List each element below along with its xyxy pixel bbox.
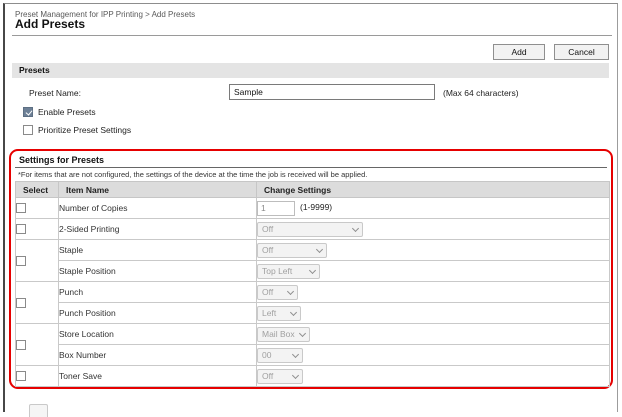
chevron-down-icon	[292, 350, 299, 357]
staple-position-select[interactable]: Top Left	[257, 264, 320, 279]
item-name: Staple Position	[59, 261, 257, 282]
chevron-down-icon	[352, 224, 359, 231]
settings-note: *For items that are not configured, the …	[14, 168, 608, 181]
chevron-down-icon	[316, 245, 323, 252]
item-name: Box Number	[59, 345, 257, 366]
select-checkbox-staple[interactable]	[16, 256, 26, 266]
number-of-copies-input[interactable]	[257, 201, 295, 216]
select-cell	[16, 240, 59, 282]
table-row: Box Number 00	[16, 345, 610, 366]
select-value: Off	[262, 371, 273, 381]
cancel-button[interactable]: Cancel	[554, 44, 609, 60]
window: Preset Management for IPP Printing > Add…	[3, 3, 618, 412]
item-name: Punch	[59, 282, 257, 303]
chevron-down-icon	[290, 308, 297, 315]
item-name: Toner Save	[59, 366, 257, 387]
column-header-item-name: Item Name	[59, 182, 257, 198]
table-row: Punch Off	[16, 282, 610, 303]
change-settings-cell: (1-9999)	[257, 198, 610, 219]
prioritize-preset-settings-label: Prioritize Preset Settings	[38, 125, 131, 135]
settings-section-title: Settings for Presets	[15, 153, 607, 168]
preset-name-label: Preset Name:	[29, 88, 81, 98]
table-row: Toner Save Off	[16, 366, 610, 387]
add-button[interactable]: Add	[493, 44, 545, 60]
chevron-down-icon	[287, 287, 294, 294]
item-name: Number of Copies	[59, 198, 257, 219]
toner-save-select[interactable]: Off	[257, 369, 303, 384]
settings-table: Select Item Name Change Settings Number …	[15, 181, 610, 387]
table-row: Store Location Mail Box	[16, 324, 610, 345]
preset-name-hint: (Max 64 characters)	[443, 88, 519, 98]
select-value: Top Left	[262, 266, 292, 276]
box-number-select[interactable]: 00	[257, 348, 303, 363]
table-row: Staple Off	[16, 240, 610, 261]
item-name: Staple	[59, 240, 257, 261]
column-header-select: Select	[16, 182, 59, 198]
select-value: Left	[262, 308, 276, 318]
change-settings-cell: Off	[257, 366, 610, 387]
punch-position-select[interactable]: Left	[257, 306, 301, 321]
change-settings-cell: 00	[257, 345, 610, 366]
select-value: Off	[262, 245, 273, 255]
select-value: Off	[262, 224, 273, 234]
column-header-change-settings: Change Settings	[257, 182, 610, 198]
change-settings-cell: Off	[257, 219, 610, 240]
page-title: Add Presets	[12, 17, 612, 36]
range-hint: (1-9999)	[300, 202, 332, 212]
punch-select[interactable]: Off	[257, 285, 298, 300]
change-settings-cell: Mail Box	[257, 324, 610, 345]
select-value: 00	[262, 350, 271, 360]
select-checkbox-two-sided-printing[interactable]	[16, 224, 26, 234]
select-checkbox-punch[interactable]	[16, 298, 26, 308]
select-value: Mail Box	[262, 329, 295, 339]
select-checkbox-store-location[interactable]	[16, 340, 26, 350]
select-cell	[16, 324, 59, 366]
store-location-select[interactable]: Mail Box	[257, 327, 310, 342]
chevron-down-icon	[292, 371, 299, 378]
item-name: 2-Sided Printing	[59, 219, 257, 240]
select-cell	[16, 366, 59, 387]
select-checkbox-number-of-copies[interactable]	[16, 203, 26, 213]
cutoff-element	[29, 404, 48, 417]
enable-presets-label: Enable Presets	[38, 107, 96, 117]
table-row: 2-Sided Printing Off	[16, 219, 610, 240]
item-name: Store Location	[59, 324, 257, 345]
change-settings-cell: Off	[257, 240, 610, 261]
chevron-down-icon	[299, 329, 306, 336]
prioritize-preset-settings-checkbox[interactable]	[23, 125, 33, 135]
change-settings-cell: Left	[257, 303, 610, 324]
table-row: Punch Position Left	[16, 303, 610, 324]
select-cell	[16, 219, 59, 240]
item-name: Punch Position	[59, 303, 257, 324]
table-row: Staple Position Top Left	[16, 261, 610, 282]
change-settings-cell: Top Left	[257, 261, 610, 282]
select-checkbox-toner-save[interactable]	[16, 371, 26, 381]
two-sided-printing-select[interactable]: Off	[257, 222, 363, 237]
chevron-down-icon	[309, 266, 316, 273]
enable-presets-checkbox[interactable]	[23, 107, 33, 117]
select-cell	[16, 198, 59, 219]
table-row: Number of Copies (1-9999)	[16, 198, 610, 219]
change-settings-cell: Off	[257, 282, 610, 303]
staple-select[interactable]: Off	[257, 243, 327, 258]
select-cell	[16, 282, 59, 324]
table-header-row: Select Item Name Change Settings	[16, 182, 610, 198]
settings-for-presets-panel: Settings for Presets *For items that are…	[9, 149, 613, 389]
preset-name-input[interactable]	[229, 84, 435, 100]
presets-section-bar: Presets	[12, 63, 609, 78]
select-value: Off	[262, 287, 273, 297]
